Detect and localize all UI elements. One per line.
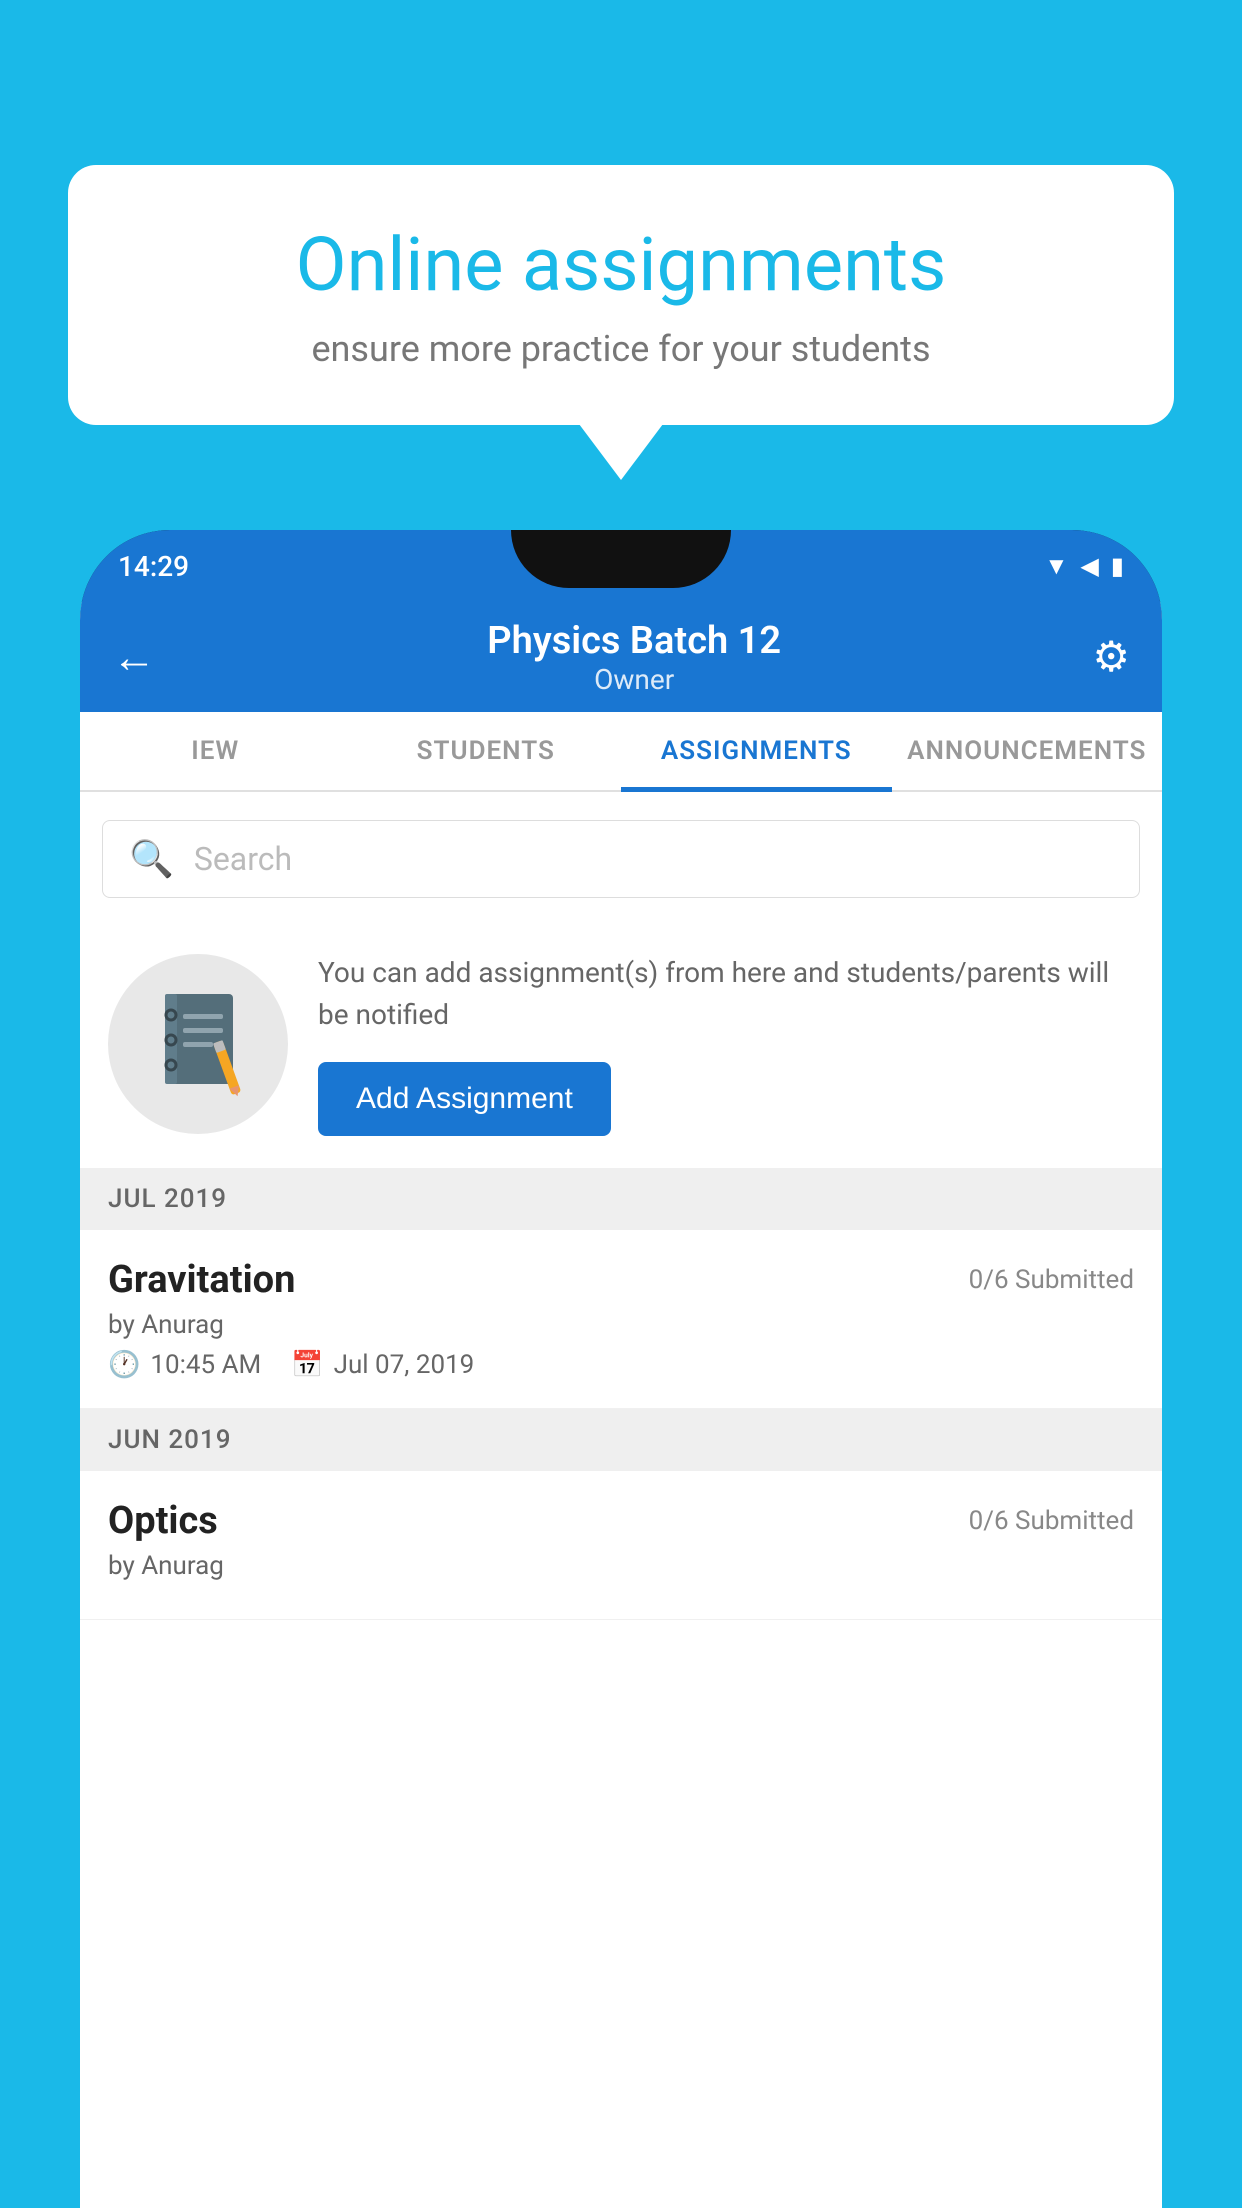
status-time: 14:29: [118, 550, 189, 583]
tabs-bar: IEW STUDENTS ASSIGNMENTS ANNOUNCEMENTS: [80, 712, 1162, 792]
assignment-name: Gravitation: [108, 1258, 295, 1302]
signal-icon: ◀: [1080, 552, 1098, 580]
section-header-jul: JUL 2019: [80, 1168, 1162, 1230]
assignment-top-row-optics: Optics 0/6 Submitted: [108, 1499, 1134, 1543]
assignment-item-gravitation[interactable]: Gravitation 0/6 Submitted by Anurag 🕐 10…: [80, 1230, 1162, 1409]
add-assignment-button[interactable]: Add Assignment: [318, 1062, 611, 1136]
empty-state-description: You can add assignment(s) from here and …: [318, 952, 1134, 1036]
phone-frame: 14:29 ▼ ◀ ▮ ← Physics Batch 12 Owner ⚙ I…: [80, 530, 1162, 2208]
empty-state: You can add assignment(s) from here and …: [80, 920, 1162, 1168]
tab-iew[interactable]: IEW: [80, 712, 351, 790]
promo-subtitle: ensure more practice for your students: [128, 328, 1114, 370]
toolbar-subtitle: Owner: [176, 663, 1092, 696]
wifi-icon: ▼: [1045, 552, 1069, 581]
date-value: Jul 07, 2019: [334, 1350, 475, 1380]
tab-students[interactable]: STUDENTS: [351, 712, 622, 790]
assignment-top-row: Gravitation 0/6 Submitted: [108, 1258, 1134, 1302]
time-value: 10:45 AM: [150, 1350, 261, 1380]
promo-title: Online assignments: [128, 225, 1114, 306]
tab-assignments[interactable]: ASSIGNMENTS: [621, 712, 892, 790]
assignment-name-optics: Optics: [108, 1499, 218, 1543]
status-icons: ▼ ◀ ▮: [1045, 552, 1124, 581]
promo-card: Online assignments ensure more practice …: [68, 165, 1174, 425]
assignment-item-optics[interactable]: Optics 0/6 Submitted by Anurag: [80, 1471, 1162, 1620]
search-icon: 🔍: [129, 838, 174, 880]
scrollable-content: 🔍 Search: [80, 792, 1162, 2208]
assignment-by-optics: by Anurag: [108, 1551, 1134, 1581]
phone-inner: ← Physics Batch 12 Owner ⚙ IEW STUDENTS …: [80, 602, 1162, 2208]
empty-state-text-block: You can add assignment(s) from here and …: [318, 952, 1134, 1136]
toolbar-title-block: Physics Batch 12 Owner: [176, 619, 1092, 696]
tab-announcements[interactable]: ANNOUNCEMENTS: [892, 712, 1163, 790]
settings-button[interactable]: ⚙: [1092, 632, 1130, 682]
meta-time: 🕐 10:45 AM: [108, 1350, 261, 1380]
assignment-meta: 🕐 10:45 AM 📅 Jul 07, 2019: [108, 1350, 1134, 1380]
calendar-icon: 📅: [291, 1350, 323, 1380]
section-header-jun: JUN 2019: [80, 1409, 1162, 1471]
assignment-by: by Anurag: [108, 1310, 1134, 1340]
toolbar-title: Physics Batch 12: [176, 619, 1092, 663]
notebook-svg-icon: [153, 990, 243, 1098]
assignment-submitted: 0/6 Submitted: [969, 1265, 1134, 1295]
empty-icon-circle: [108, 954, 288, 1134]
status-bar: 14:29 ▼ ◀ ▮: [80, 530, 1162, 602]
back-button[interactable]: ←: [112, 631, 156, 683]
assignment-submitted-optics: 0/6 Submitted: [969, 1506, 1134, 1536]
app-toolbar: ← Physics Batch 12 Owner ⚙: [80, 602, 1162, 712]
battery-icon: ▮: [1111, 552, 1124, 580]
clock-icon: 🕐: [108, 1350, 140, 1380]
meta-date: 📅 Jul 07, 2019: [291, 1350, 474, 1380]
search-placeholder: Search: [194, 840, 292, 878]
search-bar[interactable]: 🔍 Search: [102, 820, 1140, 898]
